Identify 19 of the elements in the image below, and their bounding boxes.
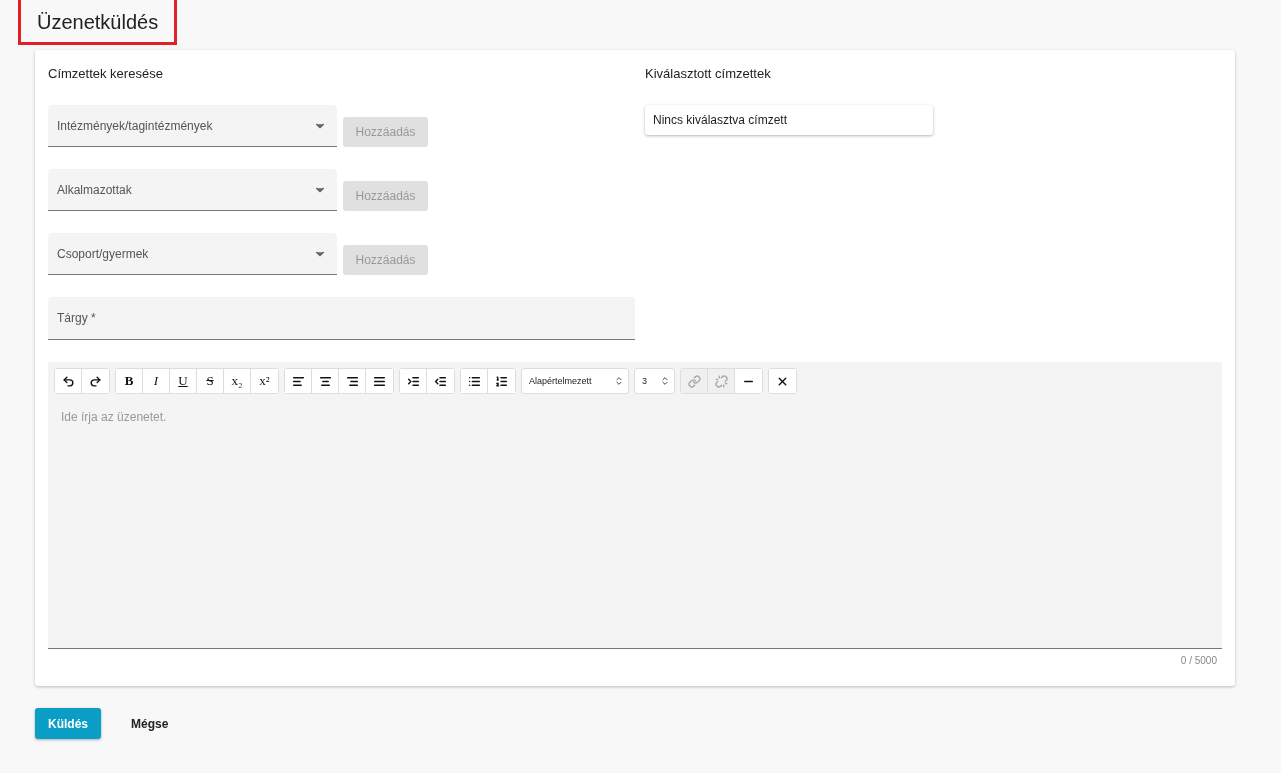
section-title: Címzettek keresése xyxy=(48,66,164,83)
page-title: Üzenetküldés xyxy=(18,0,178,45)
undo-icon[interactable] xyxy=(55,369,82,393)
indent-icon[interactable] xyxy=(400,369,427,393)
character-counter: 0 / 5000 xyxy=(1180,655,1217,666)
align-left-icon[interactable] xyxy=(285,369,312,393)
up-down-arrows-icon xyxy=(614,376,624,386)
close-icon[interactable] xyxy=(769,369,796,393)
section-title: Kiválasztott címzettek xyxy=(645,66,772,83)
format-select[interactable]: Alapértelmezett xyxy=(522,369,628,393)
empty-recipients-notice: Nincs kiválasztva címzett xyxy=(645,105,933,135)
message-placeholder: Ide írja az üzenetet. xyxy=(61,410,168,424)
subject-field[interactable]: Tárgy * xyxy=(48,297,635,340)
format-button[interactable]: B xyxy=(116,369,143,393)
cancel-button[interactable]: Mégse xyxy=(125,715,175,732)
up-down-arrows-icon xyxy=(660,376,670,386)
format-select[interactable]: 3 xyxy=(635,369,674,393)
bullet-list-icon[interactable] xyxy=(461,369,488,393)
message-editor[interactable]: B I U S x₂ x² Alapértelmezett 3 Ide írja az üzenetet. xyxy=(48,362,1222,649)
